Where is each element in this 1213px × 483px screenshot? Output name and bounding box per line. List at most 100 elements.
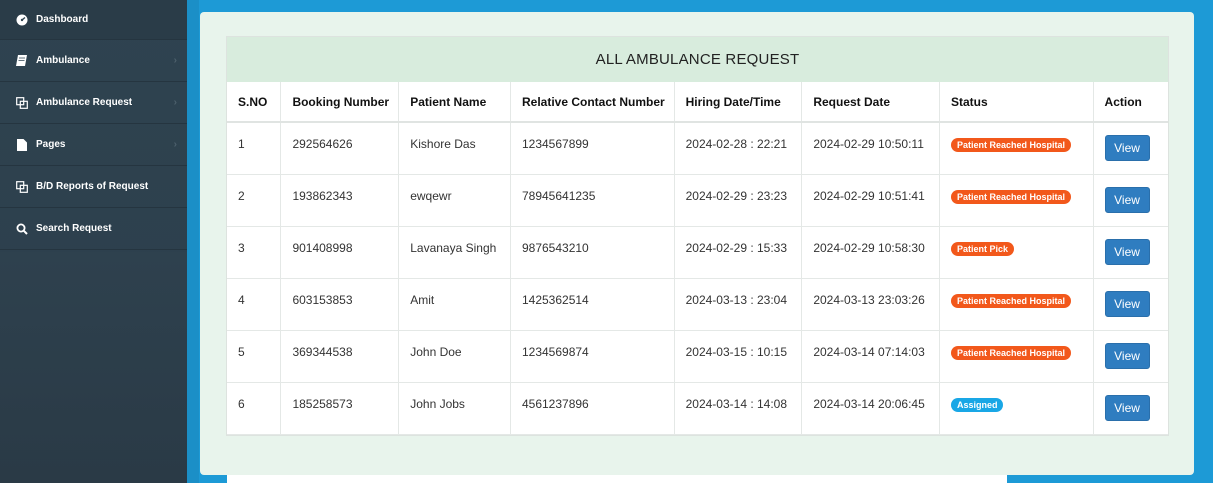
cell-action: View xyxy=(1093,122,1168,175)
status-badge: Patient Reached Hospital xyxy=(950,345,1071,360)
dashboard-icon xyxy=(15,14,29,26)
view-button[interactable]: View xyxy=(1104,290,1150,317)
cell-sno: 6 xyxy=(227,382,282,435)
table-row: 3 901408998 Lavanaya Singh 9876543210 20… xyxy=(227,226,1168,279)
sidebar-item-dashboard[interactable]: Dashboard xyxy=(0,0,187,40)
content-card: ALL AMBULANCE REQUEST S.NO Booking Numbe… xyxy=(200,12,1194,475)
cell-action: View xyxy=(1093,174,1168,227)
cell-sno: 5 xyxy=(227,330,282,383)
sidebar-item-label: B/D Reports of Request xyxy=(36,181,149,192)
cell-status: Patient Reached Hospital xyxy=(939,330,1094,383)
sidebar-item-bd-reports[interactable]: B/D Reports of Request xyxy=(0,166,187,208)
cell-request-date: 2024-03-13 23:03:26 xyxy=(801,278,940,331)
cell-contact-number: 1234567899 xyxy=(510,122,675,175)
column-header: Relative Contact Number xyxy=(510,82,675,123)
cell-hiring-datetime: 2024-02-29 : 15:33 xyxy=(674,226,803,279)
sidebar-item-pages[interactable]: Pages › xyxy=(0,124,187,166)
cell-action: View xyxy=(1093,330,1168,383)
cell-sno: 2 xyxy=(227,174,282,227)
view-button[interactable]: View xyxy=(1104,186,1150,213)
panel-title: ALL AMBULANCE REQUEST xyxy=(227,37,1168,82)
cell-booking-number: 901408998 xyxy=(280,226,400,279)
cell-hiring-datetime: 2024-02-28 : 22:21 xyxy=(674,122,803,175)
table-row: 5 369344538 John Doe 1234569874 2024-03-… xyxy=(227,330,1168,383)
sidebar-item-search-request[interactable]: Search Request xyxy=(0,208,187,250)
cell-request-date: 2024-02-29 10:50:11 xyxy=(801,122,940,175)
table-header-row: S.NO Booking Number Patient Name Relativ… xyxy=(227,82,1168,123)
column-header: Hiring Date/Time xyxy=(674,82,803,123)
sidebar-item-ambulance-request[interactable]: Ambulance Request › xyxy=(0,82,187,124)
sidebar-item-label: Pages xyxy=(36,139,66,150)
cell-request-date: 2024-02-29 10:58:30 xyxy=(801,226,940,279)
sidebar-item-ambulance[interactable]: Ambulance › xyxy=(0,40,187,82)
cell-hiring-datetime: 2024-03-13 : 23:04 xyxy=(674,278,803,331)
sidebar-item-label: Dashboard xyxy=(36,14,89,25)
column-header: Status xyxy=(939,82,1094,123)
cell-hiring-datetime: 2024-02-29 : 23:23 xyxy=(674,174,803,227)
chevron-right-icon: › xyxy=(173,97,177,108)
chevron-right-icon: › xyxy=(173,139,177,150)
cell-patient-name: John Doe xyxy=(398,330,511,383)
ambulance-request-panel: ALL AMBULANCE REQUEST S.NO Booking Numbe… xyxy=(226,36,1169,436)
cell-request-date: 2024-03-14 07:14:03 xyxy=(801,330,940,383)
cell-patient-name: Amit xyxy=(398,278,511,331)
cell-hiring-datetime: 2024-03-15 : 10:15 xyxy=(674,330,803,383)
chevron-right-icon: › xyxy=(173,55,177,66)
cell-action: View xyxy=(1093,382,1168,435)
view-button[interactable]: View xyxy=(1104,135,1150,161)
cell-status: Patient Pick xyxy=(939,226,1094,279)
cell-status: Patient Reached Hospital xyxy=(939,174,1094,227)
cell-patient-name: ewqewr xyxy=(398,174,511,227)
table-row: 4 603153853 Amit 1425362514 2024-03-13 :… xyxy=(227,278,1168,331)
cell-patient-name: Kishore Das xyxy=(398,122,511,175)
view-button[interactable]: View xyxy=(1104,342,1150,369)
table-row: 2 193862343 ewqewr 78945641235 2024-02-2… xyxy=(227,174,1168,227)
column-header: Booking Number xyxy=(280,82,400,123)
status-badge: Patient Pick xyxy=(950,241,1014,256)
column-header: S.NO xyxy=(227,82,282,123)
column-header: Request Date xyxy=(801,82,940,123)
cell-action: View xyxy=(1093,278,1168,331)
status-badge: Assigned xyxy=(950,397,1004,412)
cell-contact-number: 9876543210 xyxy=(510,226,675,279)
cell-sno: 3 xyxy=(227,226,282,279)
table-row: 1 292564626 Kishore Das 1234567899 2024-… xyxy=(227,122,1168,175)
cell-contact-number: 1425362514 xyxy=(510,278,675,331)
cell-contact-number: 4561237896 xyxy=(510,382,675,435)
cell-contact-number: 1234569874 xyxy=(510,330,675,383)
column-header: Action xyxy=(1093,82,1168,123)
sidebar-empty-area xyxy=(0,252,187,483)
cell-status: Assigned xyxy=(939,382,1094,435)
cell-sno: 1 xyxy=(227,122,282,175)
view-button[interactable]: View xyxy=(1104,394,1150,421)
sidebar-item-label: Search Request xyxy=(36,223,112,234)
sidebar-item-label: Ambulance xyxy=(36,55,90,66)
view-button[interactable]: View xyxy=(1104,238,1150,265)
requests-table: S.NO Booking Number Patient Name Relativ… xyxy=(227,82,1168,435)
table-row: 6 185258573 John Jobs 4561237896 2024-03… xyxy=(227,382,1168,435)
copy-request-icon xyxy=(15,96,29,109)
status-badge: Patient Reached Hospital xyxy=(950,293,1071,308)
status-badge: Patient Reached Hospital xyxy=(950,189,1071,204)
cell-booking-number: 369344538 xyxy=(280,330,400,383)
cell-booking-number: 603153853 xyxy=(280,278,400,331)
cell-status: Patient Reached Hospital xyxy=(939,278,1094,331)
cell-status: Patient Reached Hospital xyxy=(939,122,1094,175)
cell-patient-name: John Jobs xyxy=(398,382,511,435)
search-icon xyxy=(15,223,29,235)
cell-request-date: 2024-03-14 20:06:45 xyxy=(801,382,940,435)
background-stripe xyxy=(187,0,199,483)
sidebar-item-label: Ambulance Request xyxy=(36,97,133,108)
ambulance-book-icon xyxy=(15,55,29,67)
cell-action: View xyxy=(1093,226,1168,279)
cell-booking-number: 193862343 xyxy=(280,174,400,227)
cell-request-date: 2024-02-29 10:51:41 xyxy=(801,174,940,227)
cell-sno: 4 xyxy=(227,278,282,331)
cell-hiring-datetime: 2024-03-14 : 14:08 xyxy=(674,382,803,435)
status-badge: Patient Reached Hospital xyxy=(950,138,1071,152)
cell-booking-number: 185258573 xyxy=(280,382,400,435)
column-header: Patient Name xyxy=(398,82,511,123)
cell-contact-number: 78945641235 xyxy=(510,174,675,227)
cell-booking-number: 292564626 xyxy=(280,122,400,175)
cell-patient-name: Lavanaya Singh xyxy=(398,226,511,279)
